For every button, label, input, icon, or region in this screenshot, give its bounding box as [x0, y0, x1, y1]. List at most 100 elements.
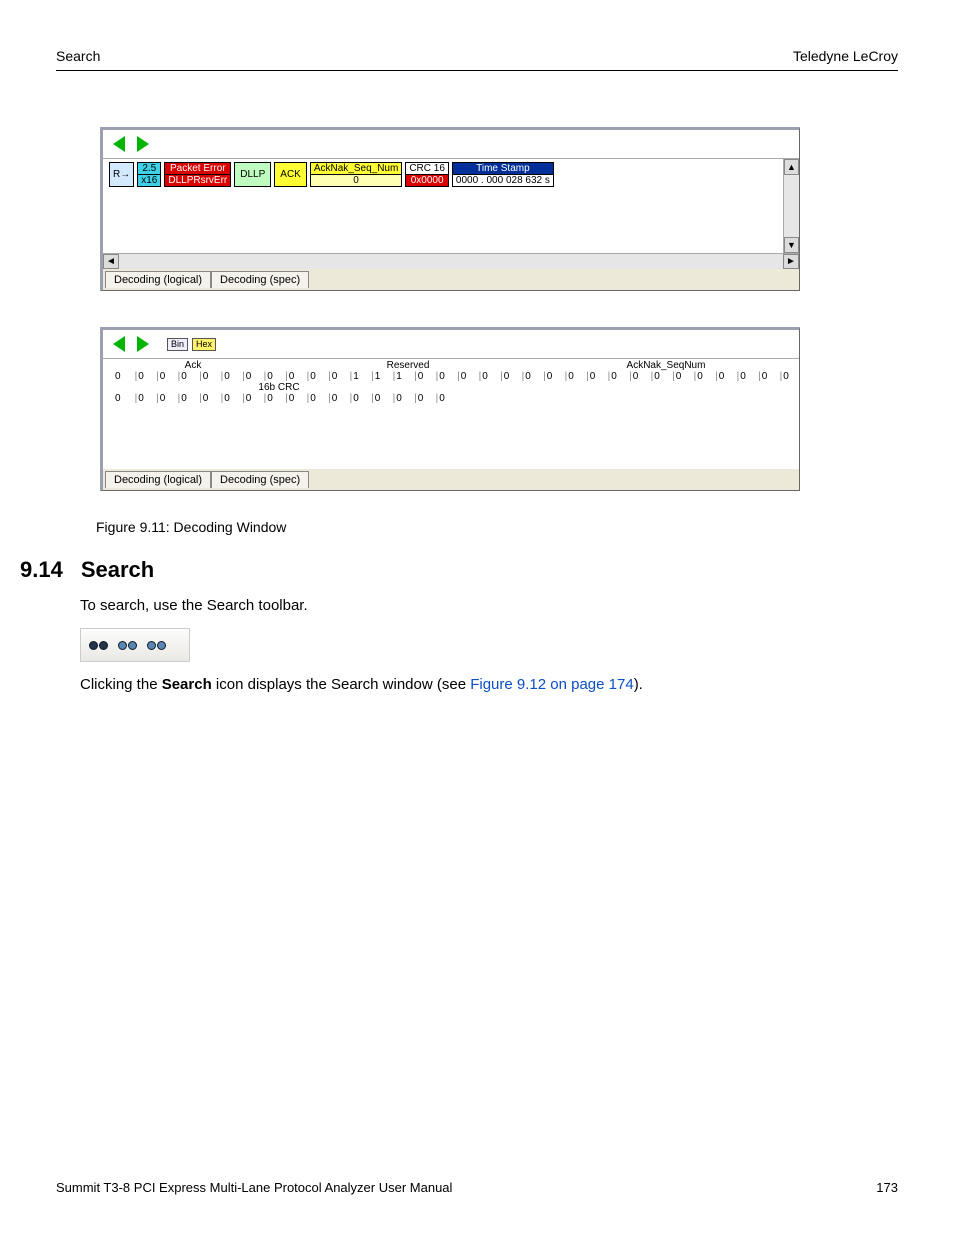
nav-row [103, 130, 799, 159]
bit-cell: 0 [344, 393, 366, 404]
bit-cell: 0 [172, 371, 194, 382]
footer-page: 173 [876, 1180, 898, 1195]
crc-value: 0x0000 [406, 175, 448, 186]
tab-strip-1: Decoding (logical) Decoding (spec) [103, 269, 799, 290]
ts-label: Time Stamp [453, 163, 553, 175]
screenshot-decoding-logical: R→ 2.5 x16 Packet Error DLLPRsrvErr DLLP… [100, 127, 800, 291]
bit-cell: 0 [774, 371, 796, 382]
bit-cell: 0 [172, 393, 194, 404]
bit-cell: 0 [236, 393, 258, 404]
ts-value: 0000 . 000 028 632 s [453, 175, 553, 186]
bit-cell: 0 [408, 371, 430, 382]
col-acknak-seqnum: AckNak_SeqNum [537, 360, 795, 371]
dllp-cell: DLLP [234, 162, 271, 187]
bit-cell: 0 [322, 371, 344, 382]
bit-cell: 0 [279, 393, 301, 404]
tab-decoding-spec[interactable]: Decoding (spec) [211, 271, 309, 288]
bit-cell: 0 [322, 393, 344, 404]
bit-cell: 0 [301, 371, 323, 382]
tab-decoding-spec[interactable]: Decoding (spec) [211, 471, 309, 488]
bit-cell: 0 [150, 393, 172, 404]
bit-cell: 0 [516, 371, 538, 382]
bit-cell: 0 [215, 393, 237, 404]
bit-cell: 0 [752, 371, 774, 382]
tab-strip-2: Decoding (logical) Decoding (spec) [103, 469, 799, 490]
bit-cell: 0 [451, 371, 473, 382]
bit-cell: 1 [387, 371, 409, 382]
ack-cell: ACK [274, 162, 307, 187]
next-icon[interactable] [133, 334, 153, 354]
packet-row: R→ 2.5 x16 Packet Error DLLPRsrvErr DLLP… [103, 159, 799, 190]
scroll-left-icon[interactable]: ◄ [103, 254, 119, 269]
content-area: R→ 2.5 x16 Packet Error DLLPRsrvErr DLLP… [0, 71, 954, 693]
search-toolbar-image [80, 628, 190, 662]
bit-cell: 0 [387, 393, 409, 404]
figure-caption: Figure 9.11: Decoding Window [96, 519, 874, 535]
bit-grid: Ack Reserved AckNak_SeqNum 0000000000011… [103, 359, 799, 408]
bit-cell: 0 [602, 371, 624, 382]
seq-label: AckNak_Seq_Num [311, 163, 401, 175]
next-icon[interactable] [133, 134, 153, 154]
bit-cell: 0 [688, 371, 710, 382]
crc-label: CRC 16 [406, 163, 448, 175]
screenshot-decoding-spec: Bin Hex Ack Reserved AckNak_SeqNum 00000… [100, 327, 800, 491]
prev-icon[interactable] [109, 334, 129, 354]
scroll-down-icon[interactable]: ▼ [784, 237, 799, 253]
bit-cell: 0 [537, 371, 559, 382]
scroll-right-icon[interactable]: ► [783, 254, 799, 269]
bit-cell: 0 [430, 371, 452, 382]
tab-decoding-logical[interactable]: Decoding (logical) [105, 471, 211, 488]
header-right: Teledyne LeCroy [793, 48, 898, 64]
header-left: Search [56, 48, 100, 64]
dllp-rsrv-err-cell: DLLPRsrvErr [165, 175, 230, 186]
para-intro: To search, use the Search toolbar. [80, 597, 874, 614]
pane-body-2: Ack Reserved AckNak_SeqNum 0000000000011… [103, 359, 799, 469]
page-header: Search Teledyne LeCroy [56, 0, 898, 71]
section-title: Search [81, 557, 154, 583]
bit-cell: 1 [344, 371, 366, 382]
bit-cell: 0 [645, 371, 667, 382]
footer-left: Summit T3-8 PCI Express Multi-Lane Proto… [56, 1180, 452, 1195]
lanes-cell: x16 [138, 175, 160, 186]
bit-cell: 0 [301, 393, 323, 404]
col-ack: Ack [107, 360, 279, 371]
horizontal-scrollbar[interactable]: ◄ ► [103, 253, 799, 269]
bit-cell: 0 [107, 371, 129, 382]
bit-cell: 0 [193, 371, 215, 382]
col-reserved: Reserved [279, 360, 537, 371]
speed-cell: 2.5 [138, 163, 160, 175]
pane-body-1: R→ 2.5 x16 Packet Error DLLPRsrvErr DLLP… [103, 159, 799, 253]
bit-cell: 0 [731, 371, 753, 382]
bit-cell: 1 [365, 371, 387, 382]
para-search-desc: Clicking the Search icon displays the Se… [80, 676, 874, 693]
direction-cell: R→ [109, 162, 134, 187]
bit-cell: 0 [215, 371, 237, 382]
bit-cell: 0 [150, 371, 172, 382]
bit-cell: 0 [580, 371, 602, 382]
vertical-scrollbar[interactable]: ▲ ▼ [783, 159, 799, 253]
nav-row-2: Bin Hex [103, 330, 799, 359]
bit-cell: 0 [473, 371, 495, 382]
packet-error-cell: Packet Error [165, 163, 230, 175]
bit-cell: 0 [258, 371, 280, 382]
toggle-hex[interactable]: Hex [192, 338, 216, 351]
tab-decoding-logical[interactable]: Decoding (logical) [105, 271, 211, 288]
toggle-bin[interactable]: Bin [167, 338, 188, 351]
figure-link[interactable]: Figure 9.12 on page 174 [470, 676, 633, 693]
bit-cell: 0 [623, 371, 645, 382]
prev-icon[interactable] [109, 134, 129, 154]
bit-cell: 0 [494, 371, 516, 382]
bit-cell: 0 [129, 371, 151, 382]
bit-cell: 0 [559, 371, 581, 382]
binoculars-prev-icon [118, 641, 137, 650]
bit-cell: 0 [193, 393, 215, 404]
binoculars-next-icon [147, 641, 166, 650]
scroll-up-icon[interactable]: ▲ [784, 159, 799, 175]
bit-cell: 0 [279, 371, 301, 382]
section-number: 9.14 [20, 557, 63, 583]
bit-cell: 0 [408, 393, 430, 404]
seq-value: 0 [311, 175, 401, 186]
bit-cell: 0 [258, 393, 280, 404]
bit-cell: 0 [236, 371, 258, 382]
bit-cell: 0 [666, 371, 688, 382]
